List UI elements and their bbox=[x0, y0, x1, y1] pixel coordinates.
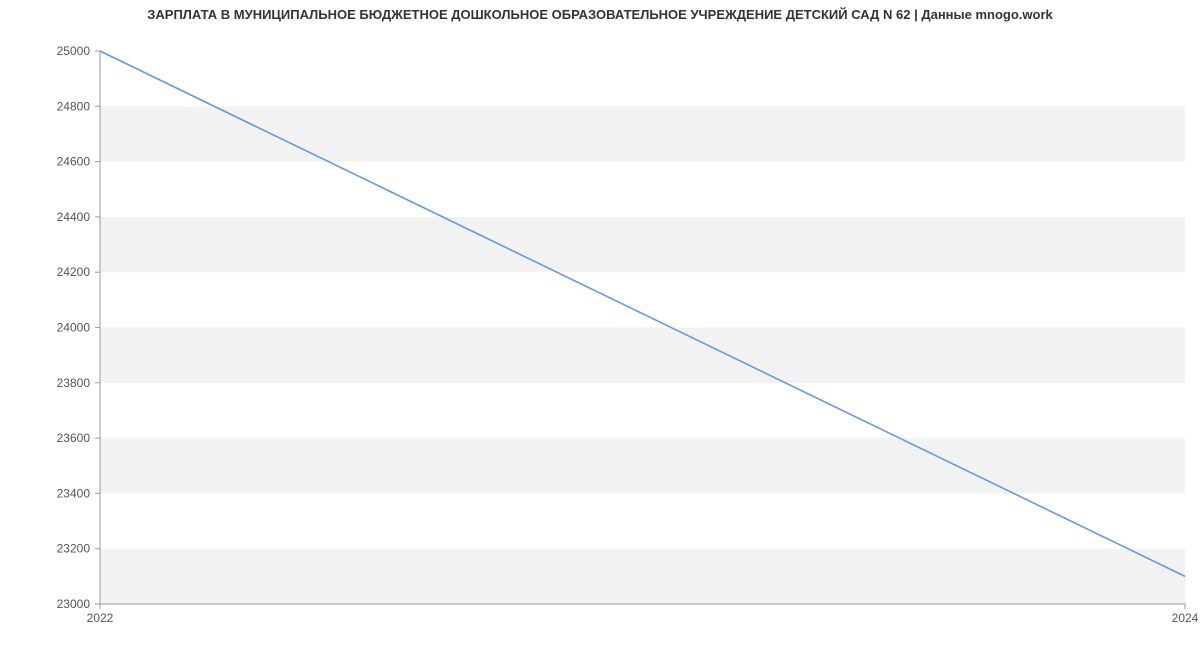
svg-text:2024: 2024 bbox=[1172, 611, 1199, 625]
svg-text:23800: 23800 bbox=[57, 376, 91, 390]
svg-text:24800: 24800 bbox=[57, 99, 91, 113]
svg-text:23000: 23000 bbox=[57, 597, 91, 611]
chart-title: ЗАРПЛАТА В МУНИЦИПАЛЬНОЕ БЮДЖЕТНОЕ ДОШКО… bbox=[0, 0, 1200, 26]
svg-text:25000: 25000 bbox=[57, 44, 91, 58]
svg-text:23400: 23400 bbox=[57, 486, 91, 500]
svg-text:23600: 23600 bbox=[57, 431, 91, 445]
chart-container: ЗАРПЛАТА В МУНИЦИПАЛЬНОЕ БЮДЖЕТНОЕ ДОШКО… bbox=[0, 0, 1200, 650]
svg-text:24600: 24600 bbox=[57, 155, 91, 169]
svg-text:24400: 24400 bbox=[57, 210, 91, 224]
svg-text:2022: 2022 bbox=[87, 611, 114, 625]
svg-text:24200: 24200 bbox=[57, 265, 91, 279]
svg-text:24000: 24000 bbox=[57, 321, 91, 335]
chart-plot: 23000 23200 23400 23600 23800 24000 24200 24400… bbox=[0, 26, 1200, 646]
svg-text:23200: 23200 bbox=[57, 542, 91, 556]
